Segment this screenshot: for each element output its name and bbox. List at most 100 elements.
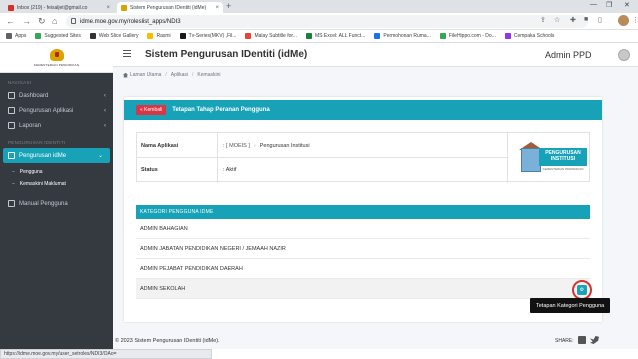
sidebar-item-pengurusan-aplikasi[interactable]: Pengurusan Aplikasi ‹: [0, 103, 113, 118]
copyright-text: © 2023 Sistem Pengurusan IDentiti (idMe)…: [115, 338, 220, 344]
profile-avatar[interactable]: [618, 15, 629, 26]
card-title: Tetapan Tahap Peranan Pengguna: [172, 107, 270, 113]
reload-icon[interactable]: ↻: [38, 16, 46, 26]
sidebar-subitem-pengguna[interactable]: – Pengguna: [0, 166, 113, 178]
app-name-value: Pengurusan Institusi: [259, 143, 310, 149]
forward-arrow-icon[interactable]: →: [22, 16, 31, 26]
breadcrumb-separator: /: [192, 72, 194, 78]
bookmark-star-icon[interactable]: ☆: [554, 16, 560, 24]
bookmark-label: Rasmi: [156, 33, 171, 39]
lock-icon: [71, 18, 76, 24]
minimize-icon[interactable]: —: [590, 1, 597, 8]
breadcrumb-home[interactable]: Laman Utama: [130, 72, 161, 78]
bookmarks-bar: Apps Suggested Sites Web Slice Gallery R…: [0, 30, 638, 43]
breadcrumb: Laman Utama / Aplikasi / Kemaskini: [123, 72, 221, 78]
status-value: : Aktif: [223, 167, 237, 173]
category-name: ADMIN BAHAGIAN: [140, 225, 188, 232]
card-header: « Kembali Tetapan Tahap Peranan Pengguna: [124, 100, 602, 120]
url-input[interactable]: idme.moe.gov.my/roleslist_apps/NDI3: [66, 15, 588, 28]
status-row: Status : Aktif: [137, 159, 507, 181]
category-settings-button[interactable]: ⚙: [577, 285, 587, 295]
side-panel-icon[interactable]: ▯: [598, 16, 602, 24]
bookmark-ms-excel[interactable]: MS Excel: ALL Funct...: [305, 33, 366, 39]
role-settings-card: « Kembali Tetapan Tahap Peranan Pengguna…: [124, 97, 602, 322]
sidebar-item-manual-pengguna[interactable]: Manual Pengguna: [0, 196, 113, 211]
app-code: : [ MOEIS ]: [223, 143, 250, 149]
extensions-icon[interactable]: ✚: [570, 16, 576, 24]
bookmark-apps[interactable]: Apps: [6, 33, 26, 39]
browser-tab-strip: Inbox (219) - feisaljet@gmail.co × Siste…: [0, 0, 638, 13]
tab-label: Inbox (219) - feisaljet@gmail.co: [17, 4, 88, 11]
user-role-label: Admin PPD: [545, 50, 592, 60]
ministry-logo[interactable]: KEMENTERIAN PENDIDIKAN: [0, 43, 113, 73]
bookmark-web-slice[interactable]: Web Slice Gallery: [89, 33, 139, 39]
breadcrumb-current: Kemaskini: [197, 72, 221, 78]
bookmark-favicon-icon: [179, 33, 186, 39]
bookmark-label: Web Slice Gallery: [98, 33, 139, 39]
app-name-label: Nama Aplikasi: [141, 143, 179, 149]
back-arrow-icon[interactable]: ←: [6, 16, 15, 26]
bookmark-favicon-icon: [89, 33, 96, 39]
page-title: Sistem Pengurusan IDentiti (idMe): [145, 49, 308, 60]
status-label: Status: [141, 167, 158, 173]
facebook-icon[interactable]: [578, 336, 586, 344]
sidebar: KEMENTERIAN PENDIDIKAN NAVIGASI Dashboar…: [0, 43, 113, 349]
sidebar-item-pengurusan-idme[interactable]: Pengurusan idMe ⌄: [3, 148, 110, 163]
tooltip: Tetapan Kategori Pengguna: [530, 298, 611, 313]
bookmark-label: Malay Subtitle for...: [254, 33, 297, 39]
tab-idme[interactable]: Sistem Pengurusan IDentiti (idMe) ×: [117, 2, 223, 13]
tab-label: Sistem Pengurusan IDentiti (idMe): [130, 4, 207, 11]
bookmark-favicon-icon: [35, 33, 42, 39]
bookmark-cempaka[interactable]: Cempaka Schools: [504, 33, 555, 39]
sidebar-item-label: Pengurusan idMe: [19, 152, 67, 159]
category-name: ADMIN SEKOLAH: [140, 285, 186, 292]
chrome-menu-icon[interactable]: ⋮: [632, 16, 638, 24]
sidebar-item-label: Manual Pengguna: [19, 200, 68, 207]
sidebar-subitem-kemaskini-maklumat[interactable]: – Kemaskini Maklumat: [0, 178, 113, 190]
bookmark-filehippo[interactable]: FileHippo.com - Do...: [439, 33, 496, 39]
sidebar-item-label: Pengurusan Aplikasi: [19, 107, 74, 114]
maximize-icon[interactable]: ❐: [606, 1, 612, 9]
idme-favicon-icon: [121, 4, 127, 11]
logo-text: KEMENTERIAN PENDIDIKAN: [33, 62, 80, 67]
sidebar-item-laporan[interactable]: Laporan ‹: [0, 118, 113, 133]
apps-icon: [8, 107, 15, 114]
avatar[interactable]: [618, 49, 630, 61]
bookmark-favicon-icon: [245, 33, 252, 39]
home-icon[interactable]: ⌂: [52, 16, 57, 26]
tab-gmail[interactable]: Inbox (219) - feisaljet@gmail.co ×: [4, 2, 114, 13]
sidebar-subitem-label: Pengguna: [19, 169, 43, 175]
share-page-icon[interactable]: ⇪: [540, 16, 546, 24]
close-tab-icon[interactable]: ×: [103, 5, 110, 11]
app-info-table: Nama Aplikasi : [ MOEIS ] › Pengurusan I…: [136, 132, 590, 183]
bookmark-tv-series[interactable]: Tv-Series(MKV) ,Fil...: [179, 33, 236, 39]
bookmark-label: MS Excel: ALL Funct...: [314, 33, 366, 39]
window-close-icon[interactable]: ✕: [624, 1, 630, 9]
back-button[interactable]: « Kembali: [136, 105, 167, 115]
sidebar-heading-navigasi: NAVIGASI: [8, 80, 32, 85]
bookmark-label: Cempaka Schools: [513, 33, 555, 39]
new-tab-icon[interactable]: +: [226, 2, 231, 11]
bookmark-malay-subtitle[interactable]: Malay Subtitle for...: [245, 33, 297, 39]
bookmark-permohonan[interactable]: Permohonan Ruma...: [374, 33, 431, 39]
bookmark-label: Permohonan Ruma...: [383, 33, 431, 39]
crest-icon: [49, 48, 64, 61]
chevron-left-icon: ‹: [104, 122, 106, 129]
reading-list-icon[interactable]: ■: [584, 16, 588, 23]
report-icon: [8, 122, 15, 129]
twitter-icon[interactable]: [590, 336, 599, 344]
bookmark-label: Apps: [15, 33, 27, 39]
category-table-header: KATEGORI PENGGUNA IDME: [136, 205, 590, 219]
hamburger-menu-icon[interactable]: [123, 50, 131, 59]
folder-icon: [147, 33, 154, 39]
sidebar-item-dashboard[interactable]: Dashboard ‹: [0, 88, 113, 103]
bookmark-favicon-icon: [504, 33, 511, 39]
share-label: SHARE:: [555, 338, 574, 344]
users-icon: [8, 152, 15, 159]
chevron-left-icon: ‹: [104, 92, 106, 99]
breadcrumb-aplikasi[interactable]: Aplikasi: [171, 72, 188, 78]
bookmark-rasmi[interactable]: Rasmi: [147, 33, 171, 39]
bookmark-suggested-sites[interactable]: Suggested Sites: [35, 33, 81, 39]
close-tab-icon[interactable]: ×: [212, 5, 219, 11]
book-icon: [8, 200, 15, 207]
